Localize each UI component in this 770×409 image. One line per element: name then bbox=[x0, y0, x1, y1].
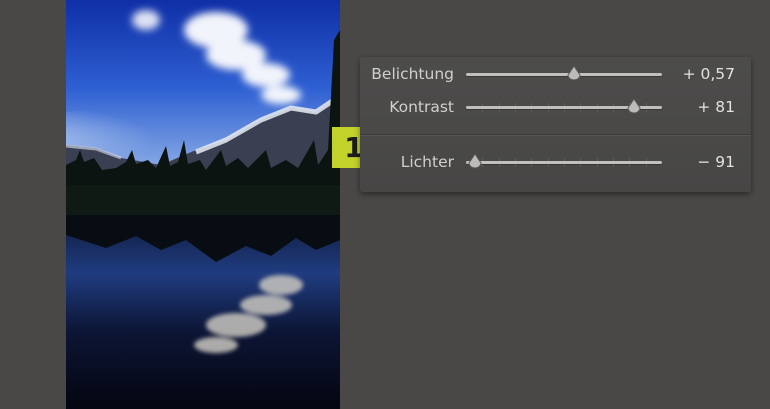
contrast-value[interactable]: + 81 bbox=[697, 96, 735, 118]
highlights-value[interactable]: − 91 bbox=[697, 151, 735, 173]
adjustments-panel: Belichtung + 0,57 Kontrast + 81 Lichter … bbox=[360, 57, 751, 192]
contrast-slider-thumb[interactable] bbox=[626, 98, 642, 114]
exposure-value[interactable]: + 0,57 bbox=[683, 63, 735, 85]
highlights-slider-row: Lichter − 91 bbox=[360, 151, 751, 173]
photo-preview bbox=[66, 0, 340, 409]
exposure-label: Belichtung bbox=[371, 65, 454, 83]
exposure-slider-track[interactable] bbox=[466, 73, 662, 76]
contrast-slider-row: Kontrast + 81 bbox=[360, 96, 751, 118]
contrast-label: Kontrast bbox=[389, 98, 454, 116]
panel-divider bbox=[360, 134, 751, 135]
exposure-slider-thumb[interactable] bbox=[566, 65, 582, 81]
highlights-slider-track[interactable] bbox=[466, 161, 662, 164]
exposure-slider-row: Belichtung + 0,57 bbox=[360, 63, 751, 85]
highlights-slider-thumb[interactable] bbox=[467, 153, 483, 169]
highlights-label: Lichter bbox=[400, 153, 454, 171]
mountain-lake-reflection-photo bbox=[66, 0, 340, 409]
